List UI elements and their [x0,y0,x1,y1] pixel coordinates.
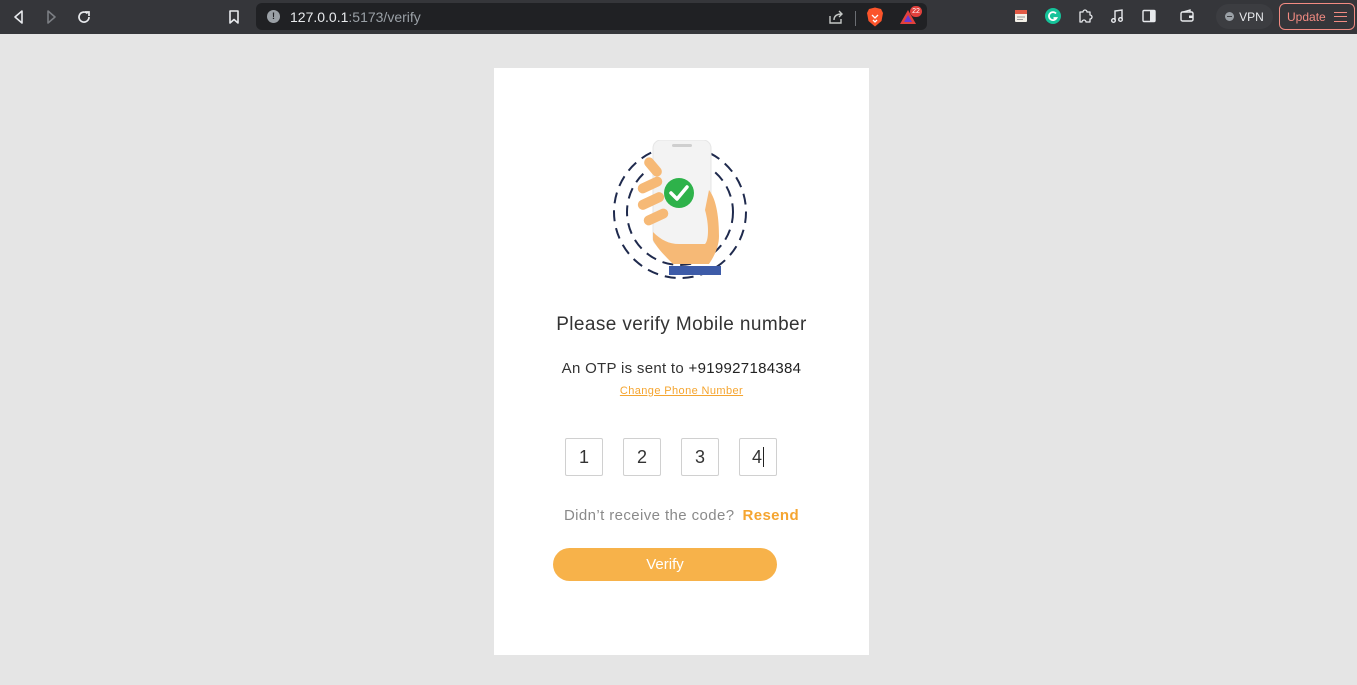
sidebar-icon [1142,9,1156,23]
otp-sent-prefix: An OTP is sent to [561,360,685,377]
bookmark-icon [229,10,239,24]
forward-arrow-icon [47,10,56,24]
back-arrow-icon [14,10,23,24]
otp-input-1[interactable]: 1 [565,438,603,476]
otp-sent-text: An OTP is sent to +919927184384 [494,360,869,377]
change-phone-link[interactable]: Change Phone Number [620,385,743,397]
verify-button[interactable]: Verify [553,548,777,581]
brave-lion-icon [867,7,883,27]
page-title: Please verify Mobile number [556,314,807,335]
verify-card: Please verify Mobile number An OTP is se… [494,68,869,655]
wallet-button[interactable] [1177,6,1197,26]
bookmark-button[interactable] [222,5,246,29]
phone-number: +919927184384 [688,360,802,377]
address-bar[interactable]: ! 127.0.0.1:5173/verify 22 [256,3,927,30]
media-button[interactable] [1107,6,1127,26]
share-icon [829,10,843,24]
share-button[interactable] [826,7,846,27]
notes-extension-icon [1015,10,1027,22]
resend-link[interactable]: Resend [742,507,799,524]
browser-toolbar: ! 127.0.0.1:5173/verify 22 VPN Update [0,0,1357,34]
url-path: :5173/verify [348,9,421,25]
resend-row: Didn’t receive the code? Resend [494,507,869,524]
vpn-label: VPN [1239,9,1264,24]
extension-notes[interactable] [1011,6,1031,26]
puzzle-icon [1079,9,1093,23]
otp-input-2[interactable]: 2 [623,438,661,476]
vpn-status-icon [1225,12,1235,21]
extension-grammarly[interactable] [1043,6,1063,26]
url-host: 127.0.0.1 [290,9,349,25]
otp-input-3[interactable]: 3 [681,438,719,476]
resend-question: Didn’t receive the code? [563,507,735,524]
music-note-icon [1111,9,1123,23]
forward-button[interactable] [39,5,63,29]
reload-button[interactable] [72,5,96,29]
rewards-badge: 22 [910,6,922,17]
reload-icon [78,11,90,23]
change-phone-row: Change Phone Number [494,381,869,399]
otp-digit-4: 4 [751,446,762,467]
brave-shields-button[interactable] [865,7,885,27]
extensions-button[interactable] [1075,6,1095,26]
update-button[interactable]: Update [1279,3,1355,30]
back-button[interactable] [7,5,31,29]
omnibox-divider [855,11,856,26]
site-info-icon[interactable]: ! [267,10,280,23]
text-caret [763,447,764,467]
grammarly-icon [1045,8,1061,24]
update-label: Update [1287,9,1326,24]
phone-verified-illustration [613,140,747,279]
sidebar-button[interactable] [1139,6,1159,26]
url-text[interactable]: 127.0.0.1:5173/verify [290,9,421,25]
otp-input-4[interactable]: 4 [739,438,777,476]
menu-icon [1333,11,1347,22]
vpn-button[interactable]: VPN [1216,4,1273,29]
wallet-icon [1180,9,1194,22]
